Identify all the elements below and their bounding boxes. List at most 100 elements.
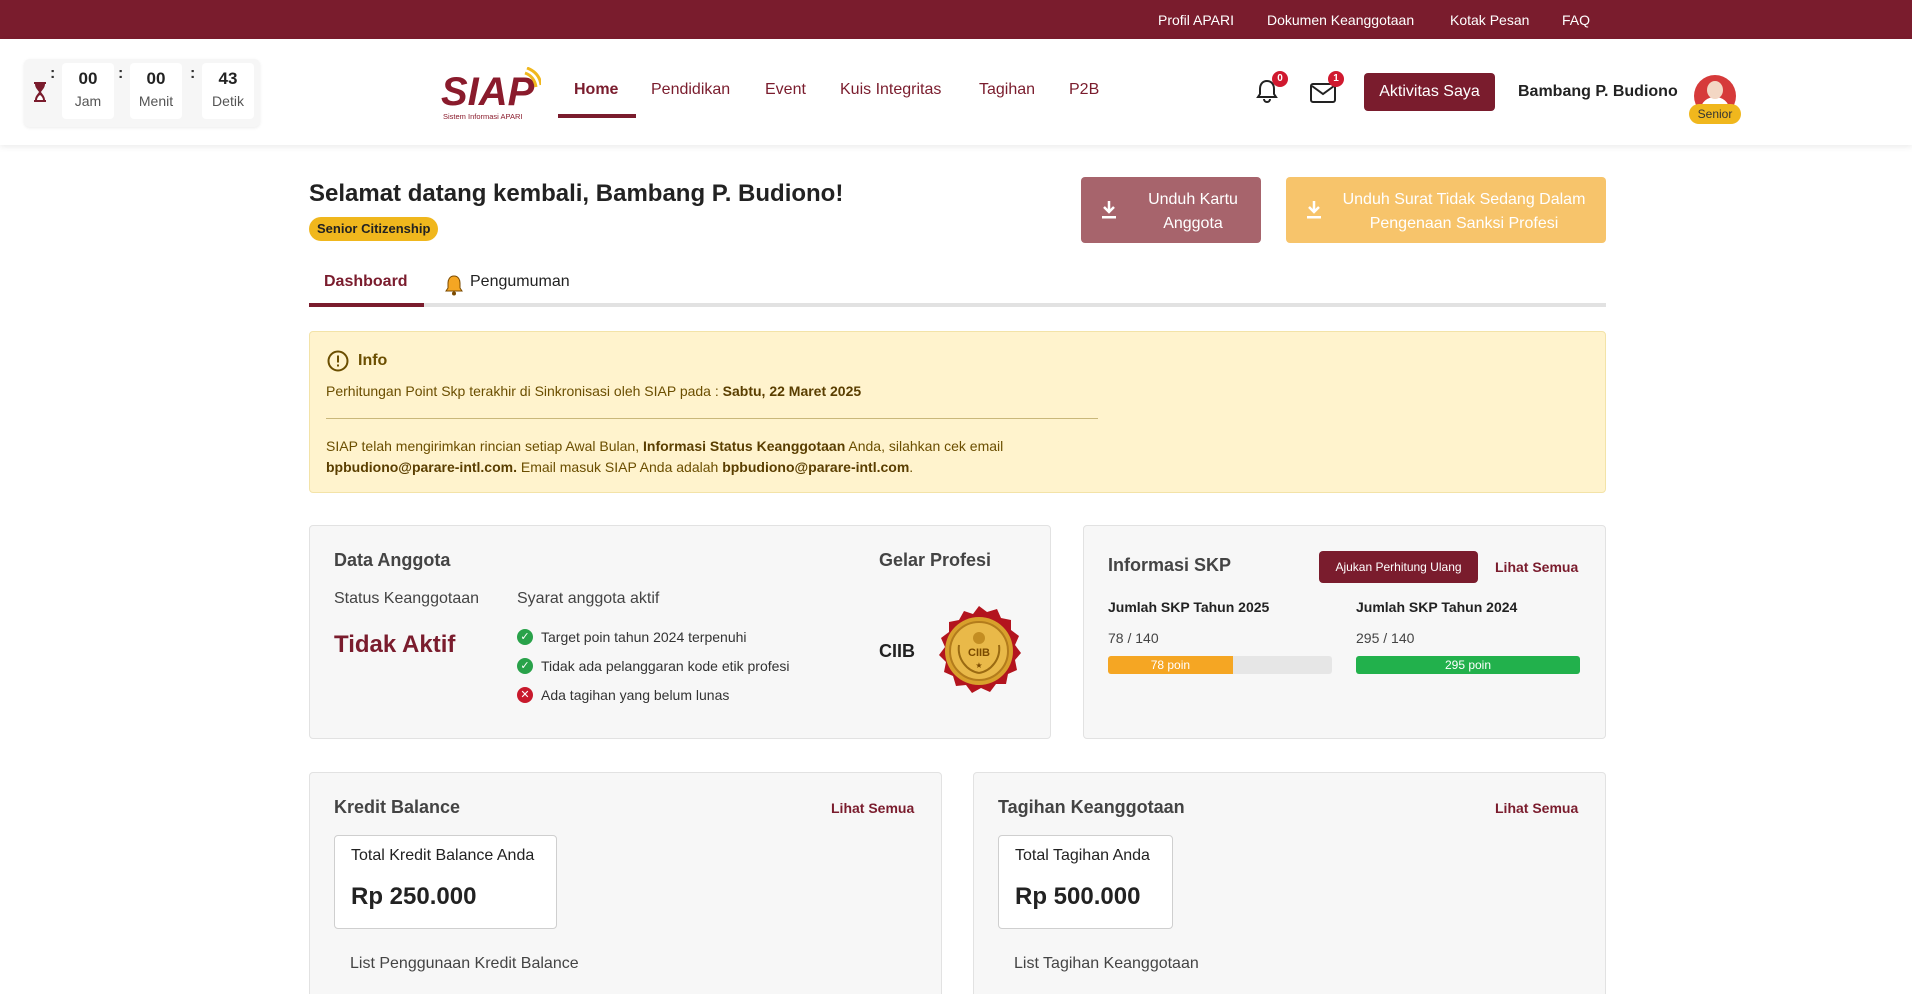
announcement-bell-icon <box>445 275 463 296</box>
info-text-part: Anda, silahkan cek email <box>845 438 1004 454</box>
nav-item-event[interactable]: Event <box>765 81 806 99</box>
skp-2024-label: Jumlah SKP Tahun 2024 <box>1356 599 1518 615</box>
condition-item: ✓ Target poin tahun 2024 terpenuhi <box>517 629 747 645</box>
skp-2025-progress-bar: 78 poin <box>1108 656 1332 674</box>
tagihan-title: Tagihan Keanggotaan <box>998 797 1185 817</box>
nav-item-tagihan[interactable]: Tagihan <box>979 81 1035 99</box>
info-email-2: bpbudiono@parare-intl.com <box>722 459 910 475</box>
info-text-part: SIAP telah mengirimkan rincian setiap Aw… <box>326 438 643 454</box>
topbar-link-kotak-pesan[interactable]: Kotak Pesan <box>1450 12 1529 28</box>
timer-colon: : <box>190 65 196 82</box>
info-email-1: bpbudiono@parare-intl.com. <box>326 459 517 475</box>
session-timer: : 00 Jam : 00 Menit : 43 Detik <box>24 59 260 127</box>
data-anggota-card: Data Anggota Status Keanggotaan Tidak Ak… <box>309 525 1051 739</box>
svg-text:★: ★ <box>975 661 982 670</box>
total-kredit-box: Total Kredit Balance Anda Rp 250.000 <box>334 835 557 929</box>
tab-pengumuman[interactable]: Pengumuman <box>470 273 570 291</box>
ajukan-perhitungan-ulang-button[interactable]: Ajukan Perhitung Ulang <box>1319 551 1478 583</box>
informasi-skp-title: Informasi SKP <box>1108 555 1232 575</box>
siap-logo[interactable]: SIAP Sistem Informasi APARI <box>441 67 541 123</box>
x-circle-icon: ✕ <box>517 687 533 703</box>
skp-2024-progress-fill: 295 poin <box>1356 656 1580 674</box>
topbar-link-faq[interactable]: FAQ <box>1562 12 1590 28</box>
topbar-link-dokumen-keanggotaan[interactable]: Dokumen Keanggotaan <box>1267 12 1414 28</box>
kredit-lihat-semua-link[interactable]: Lihat Semua <box>831 800 914 816</box>
user-level-badge: Senior <box>1689 104 1741 124</box>
timer-hours-value: 00 <box>78 69 98 88</box>
ciib-medal-icon: CIIB ★ <box>939 606 1021 693</box>
nav-item-kuis-integritas[interactable]: Kuis Integritas <box>840 81 941 99</box>
tagihan-lihat-semua-link[interactable]: Lihat Semua <box>1495 800 1578 816</box>
svg-text:CIIB: CIIB <box>968 647 990 659</box>
condition-item: ✓ Tidak ada pelanggaran kode etik profesi <box>517 658 790 674</box>
gelar-profesi-title: Gelar Profesi <box>879 550 992 570</box>
info-text-part: Email masuk SIAP Anda adalah <box>516 459 723 475</box>
logo-text: SIAP <box>441 70 535 114</box>
syarat-label: Syarat anggota aktif <box>517 590 660 607</box>
timer-seconds: 43 Detik <box>202 63 254 119</box>
citizenship-badge: Senior Citizenship <box>309 217 439 241</box>
tagihan-keanggotaan-card: Tagihan Keanggotaan Lihat Semua Total Ta… <box>973 772 1606 994</box>
hourglass-icon <box>34 82 46 102</box>
logo-subtitle: Sistem Informasi APARI <box>443 112 522 121</box>
top-bar: Profil APARI Dokumen Keanggotaan Kotak P… <box>0 0 1912 39</box>
unduh-kartu-label-line1: Unduh Kartu <box>1148 191 1238 208</box>
timer-hours-label: Jam <box>74 93 102 109</box>
tabs-divider <box>309 303 1606 307</box>
unduh-surat-sanksi-button[interactable]: Unduh Surat Tidak Sedang Dalam Pengenaan… <box>1286 177 1606 243</box>
exclamation-circle-icon <box>327 350 349 372</box>
info-text-bold: Informasi Status Keanggotaan <box>643 438 846 454</box>
total-kredit-label: Total Kredit Balance Anda <box>351 847 535 864</box>
topbar-link-profil-apari[interactable]: Profil APARI <box>1158 12 1234 28</box>
check-circle-icon: ✓ <box>517 658 533 674</box>
unduh-kartu-label-line2: Anggota <box>1163 215 1223 232</box>
total-tagihan-box: Total Tagihan Anda Rp 500.000 <box>998 835 1173 929</box>
info-sync-text: Perhitungan Point Skp terakhir di Sinkro… <box>326 383 861 399</box>
list-kredit-label: List Penggunaan Kredit Balance <box>350 955 579 972</box>
aktivitas-saya-button[interactable]: Aktivitas Saya <box>1364 73 1495 111</box>
timer-minutes-value: 00 <box>146 69 166 88</box>
unduh-surat-label-line2: Pengenaan Sanksi Profesi <box>1369 215 1559 232</box>
condition-text: Ada tagihan yang belum lunas <box>541 687 730 703</box>
info-text-part: . <box>909 459 914 475</box>
download-icon <box>1307 201 1321 219</box>
timer-minutes-label: Menit <box>138 93 174 109</box>
tab-active-underline <box>309 303 424 307</box>
timer-minutes: 00 Menit <box>130 63 182 119</box>
gelar-value: CIIB <box>879 641 915 661</box>
status-label: Status Keanggotaan <box>334 590 480 607</box>
check-circle-icon: ✓ <box>517 629 533 645</box>
timer-colon: : <box>50 65 56 82</box>
notification-badge: 0 <box>1272 71 1288 87</box>
skp-2025-value: 78 / 140 <box>1108 630 1159 646</box>
info-title: Info <box>358 352 388 369</box>
skp-2024-value: 295 / 140 <box>1356 630 1415 646</box>
user-name[interactable]: Bambang P. Budiono <box>1518 83 1678 101</box>
skp-2024-progress-bar: 295 poin <box>1356 656 1580 674</box>
timer-seconds-label: Detik <box>212 93 244 109</box>
kredit-balance-card: Kredit Balance Lihat Semua Total Kredit … <box>309 772 942 994</box>
tab-dashboard[interactable]: Dashboard <box>324 273 408 291</box>
skp-2025-progress-fill: 78 poin <box>1108 656 1233 674</box>
info-email-text: SIAP telah mengirimkan rincian setiap Aw… <box>326 436 1226 478</box>
total-tagihan-label: Total Tagihan Anda <box>1015 847 1150 864</box>
list-tagihan-label: List Tagihan Keanggotaan <box>1014 955 1199 972</box>
condition-item: ✕ Ada tagihan yang belum lunas <box>517 687 729 703</box>
data-anggota-title: Data Anggota <box>334 550 451 570</box>
kredit-balance-title: Kredit Balance <box>334 797 461 817</box>
nav-item-pendidikan[interactable]: Pendidikan <box>651 81 730 99</box>
total-tagihan-value: Rp 500.000 <box>1015 883 1141 910</box>
timer-colon: : <box>118 65 124 82</box>
page-title: Selamat datang kembali, Bambang P. Budio… <box>309 180 844 207</box>
unduh-kartu-anggota-button[interactable]: Unduh Kartu Anggota <box>1081 177 1261 243</box>
info-sync-date: Sabtu, 22 Maret 2025 <box>722 383 862 399</box>
nav-item-home[interactable]: Home <box>574 81 618 99</box>
informasi-skp-card: Informasi SKP Ajukan Perhitung Ulang Lih… <box>1083 525 1606 739</box>
message-badge: 1 <box>1328 71 1344 87</box>
skp-lihat-semua-link[interactable]: Lihat Semua <box>1495 559 1578 575</box>
timer-seconds-value: 43 <box>218 69 238 88</box>
nav-item-p2b[interactable]: P2B <box>1069 81 1099 99</box>
unduh-surat-label-line1: Unduh Surat Tidak Sedang Dalam <box>1342 191 1586 208</box>
condition-text: Tidak ada pelanggaran kode etik profesi <box>541 658 790 674</box>
info-alert: Info Perhitungan Point Skp terakhir di S… <box>309 331 1606 493</box>
